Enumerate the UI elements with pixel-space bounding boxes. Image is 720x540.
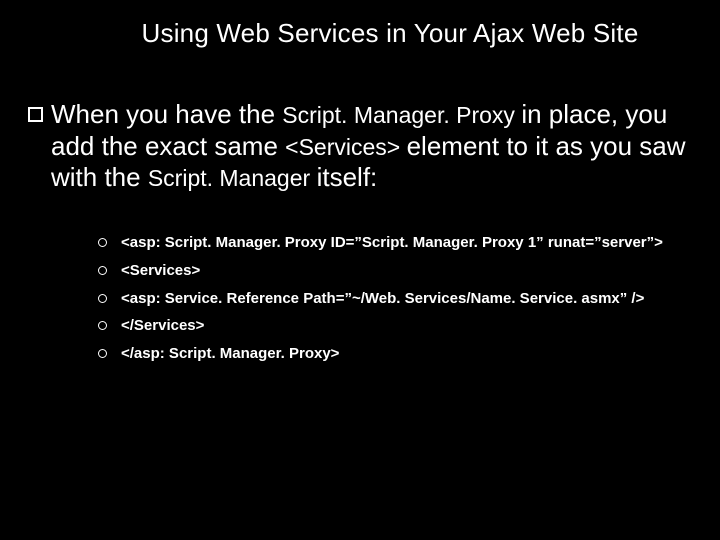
slide: Using Web Services in Your Ajax Web Site… bbox=[0, 0, 720, 540]
code-fragment: Script. Manager. Proxy bbox=[282, 102, 521, 128]
slide-title: Using Web Services in Your Ajax Web Site bbox=[88, 18, 692, 49]
circle-bullet-icon bbox=[98, 238, 107, 247]
code-line: <asp: Script. Manager. Proxy ID=”Script.… bbox=[121, 234, 663, 253]
circle-bullet-icon bbox=[98, 321, 107, 330]
list-item: </Services> bbox=[98, 317, 692, 336]
circle-bullet-icon bbox=[98, 294, 107, 303]
list-item: <asp: Service. Reference Path=”~/Web. Se… bbox=[98, 290, 692, 309]
text-fragment: itself: bbox=[317, 162, 378, 192]
code-line: <asp: Service. Reference Path=”~/Web. Se… bbox=[121, 290, 644, 309]
code-line: <Services> bbox=[121, 262, 200, 281]
body-text: When you have the Script. Manager. Proxy… bbox=[51, 99, 692, 194]
circle-bullet-icon bbox=[98, 266, 107, 275]
circle-bullet-icon bbox=[98, 349, 107, 358]
list-item: </asp: Script. Manager. Proxy> bbox=[98, 345, 692, 364]
square-bullet-icon bbox=[28, 107, 43, 122]
code-fragment: Script. Manager bbox=[148, 165, 317, 191]
body-paragraph: When you have the Script. Manager. Proxy… bbox=[28, 99, 692, 194]
code-line: </asp: Script. Manager. Proxy> bbox=[121, 345, 339, 364]
code-fragment: <Services> bbox=[285, 134, 406, 160]
list-item: <Services> bbox=[98, 262, 692, 281]
list-item: <asp: Script. Manager. Proxy ID=”Script.… bbox=[98, 234, 692, 253]
code-line: </Services> bbox=[121, 317, 204, 336]
code-list: <asp: Script. Manager. Proxy ID=”Script.… bbox=[98, 234, 692, 364]
text-fragment: When you have the bbox=[51, 99, 282, 129]
